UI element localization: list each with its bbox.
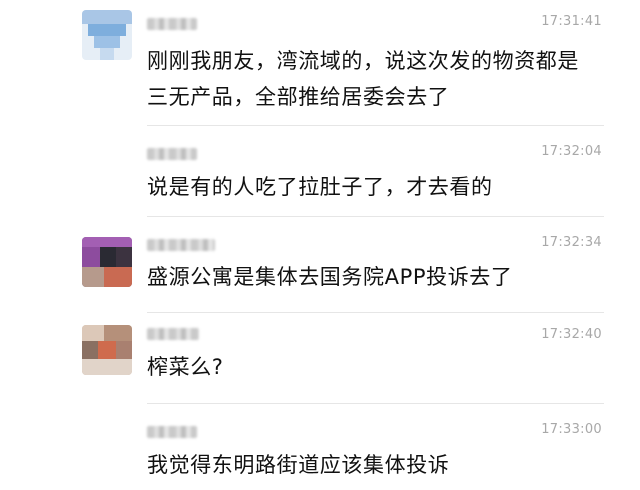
message-text-line: 我觉得东明路街道应该集体投诉	[147, 453, 450, 477]
chat-message-list: 17:31:41 刚刚我朋友，湾流域的，说这次发的物资都是 三无产品，全部推给居…	[0, 0, 640, 490]
chat-message: 17:33:00 我觉得东明路街道应该集体投诉	[0, 404, 640, 490]
chat-message: 17:32:34 盛源公寓是集体去国务院APP投诉去了	[0, 217, 640, 312]
message-text-line: 说是有的人吃了拉肚子了，才去看的	[147, 175, 493, 199]
message-text-line: 刚刚我朋友，湾流域的，说这次发的物资都是	[147, 49, 579, 73]
sender-name[interactable]	[147, 18, 197, 30]
avatar[interactable]	[82, 325, 132, 375]
chat-message: 17:32:04 说是有的人吃了拉肚子了，才去看的	[0, 126, 640, 216]
chat-message: 17:32:40 榨菜么?	[0, 313, 640, 403]
message-timestamp: 17:32:40	[541, 327, 602, 342]
sender-name[interactable]	[147, 239, 215, 251]
avatar[interactable]	[82, 237, 132, 287]
sender-name[interactable]	[147, 426, 197, 438]
message-timestamp: 17:32:34	[541, 235, 602, 250]
message-text-line: 三无产品，全部推给居委会去了	[147, 85, 450, 109]
message-text-line: 榨菜么?	[147, 355, 224, 379]
sender-name[interactable]	[147, 148, 197, 160]
message-timestamp: 17:33:00	[541, 422, 602, 437]
message-timestamp: 17:32:04	[541, 144, 602, 159]
message-timestamp: 17:31:41	[541, 14, 602, 29]
message-text-line: 盛源公寓是集体去国务院APP投诉去了	[147, 265, 513, 289]
avatar[interactable]	[82, 10, 132, 60]
chat-message: 17:31:41 刚刚我朋友，湾流域的，说这次发的物资都是 三无产品，全部推给居…	[0, 0, 640, 125]
sender-name[interactable]	[147, 328, 199, 340]
